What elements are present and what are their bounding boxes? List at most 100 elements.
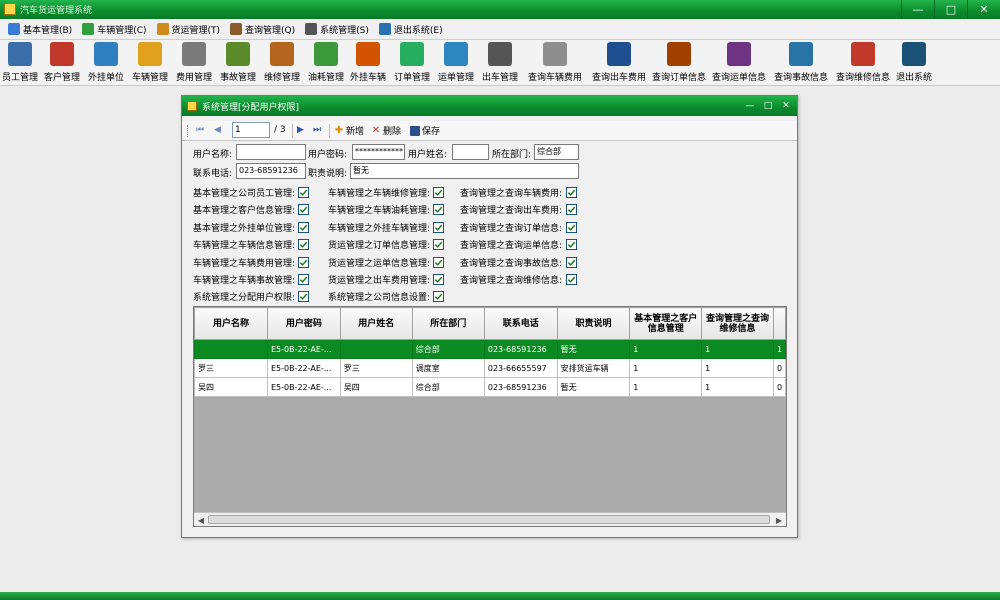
toolbar-button-13[interactable]: 查询出车费用 (592, 40, 646, 86)
menu-item-0[interactable]: 基本管理(B) (4, 20, 78, 38)
permission-checkbox[interactable] (433, 274, 444, 285)
prev-record-button[interactable]: ◀ (214, 125, 221, 137)
table-cell[interactable]: 综合部 (411, 339, 485, 359)
table-cell[interactable]: 1 (772, 339, 786, 359)
permission-checkbox[interactable] (566, 274, 577, 285)
permission-checkbox[interactable] (566, 187, 577, 198)
permission-checkbox[interactable] (298, 256, 309, 268)
save-button[interactable]: 保存 (410, 124, 440, 137)
table-cell[interactable]: E5-0B-22-AE-... (266, 377, 341, 397)
close-button[interactable]: ✕ (967, 0, 1000, 19)
column-header[interactable]: 联系电话 (483, 307, 558, 340)
permission-checkbox[interactable] (298, 291, 309, 303)
column-header[interactable]: 用户密码 (266, 307, 341, 340)
scroll-right-icon[interactable]: ▶ (774, 515, 784, 525)
toolbar-button-4[interactable]: 费用管理 (176, 40, 212, 86)
permission-checkbox[interactable] (298, 239, 309, 251)
toolbar-button-0[interactable]: 员工管理 (2, 40, 38, 86)
table-cell[interactable]: 吴四 (339, 377, 413, 397)
table-cell[interactable]: 暂无 (556, 339, 631, 359)
table-cell[interactable]: 023-68591236 (483, 339, 558, 359)
permission-checkbox[interactable] (433, 239, 444, 251)
toolbar-button-1[interactable]: 客户管理 (44, 40, 80, 86)
menu-item-4[interactable]: 系统管理(S) (301, 20, 375, 38)
permission-checkbox[interactable] (566, 256, 577, 268)
toolbar-button-2[interactable]: 外挂单位 (88, 40, 124, 86)
menu-item-2[interactable]: 货运管理(T) (153, 20, 227, 38)
table-cell[interactable]: 安排货运车辆 (556, 358, 631, 378)
toolbar-button-11[interactable]: 出车管理 (482, 40, 518, 86)
column-header[interactable]: 用户名称 (194, 307, 268, 340)
table-cell[interactable]: 023-68591236 (483, 377, 558, 397)
menu-item-1[interactable]: 车辆管理(C) (78, 20, 152, 38)
add-button[interactable]: ✚ 新增 (334, 124, 364, 137)
table-cell[interactable]: 罗三 (339, 358, 413, 378)
table-cell[interactable] (194, 339, 268, 359)
menu-item-3[interactable]: 查询管理(Q) (226, 20, 301, 38)
permission-checkbox[interactable] (298, 274, 309, 285)
toolbar-button-12[interactable]: 查询车辆费用 (528, 40, 582, 86)
table-row[interactable]: E5-0B-22-AE-... 综合部 023-68591236 暂无 1 1 1 (194, 339, 786, 359)
username-field[interactable] (236, 144, 306, 160)
maximize-button[interactable]: □ (934, 0, 967, 19)
toolbar-button-10[interactable]: 运单管理 (438, 40, 474, 86)
permission-checkbox[interactable] (298, 204, 309, 216)
toolbar-button-5[interactable]: 事故管理 (220, 40, 256, 86)
table-cell[interactable] (339, 339, 413, 359)
scroll-thumb[interactable] (208, 515, 770, 524)
permission-checkbox[interactable] (433, 256, 444, 268)
column-header[interactable]: 所在部门 (411, 307, 485, 340)
table-cell[interactable]: 1 (701, 358, 774, 378)
table-cell[interactable]: 综合部 (411, 377, 485, 397)
permission-checkbox[interactable] (433, 221, 444, 233)
delete-button[interactable]: ✕ 删除 (371, 124, 401, 137)
table-cell[interactable]: 1 (629, 358, 703, 378)
table-cell[interactable]: 0 (772, 358, 786, 378)
toolbar-button-3[interactable]: 车辆管理 (132, 40, 168, 86)
column-header[interactable]: 用户姓名 (339, 307, 413, 340)
table-cell[interactable]: 1 (701, 339, 774, 359)
record-position-input[interactable]: 1 (232, 122, 270, 138)
dialog-title-bar[interactable]: 系统管理[分配用户权限] — □ ✕ (182, 96, 797, 116)
last-record-button[interactable]: ⏭ (313, 125, 321, 137)
permission-checkbox[interactable] (566, 204, 577, 216)
toolbar-button-8[interactable]: 外挂车辆 (350, 40, 386, 86)
table-cell[interactable]: 暂无 (556, 377, 631, 397)
permission-checkbox[interactable] (433, 291, 444, 303)
column-header[interactable]: 职责说明 (556, 307, 631, 340)
table-row[interactable]: 罗三 E5-0B-22-AE-... 罗三 调度室 023-66655597 安排货运车辆… (194, 358, 786, 378)
first-record-button[interactable]: ⏮ (196, 125, 204, 137)
dialog-maximize-button[interactable]: □ (759, 99, 777, 113)
toolbar-grip[interactable] (187, 125, 190, 137)
dialog-close-button[interactable]: ✕ (777, 99, 795, 113)
toolbar-button-9[interactable]: 订单管理 (394, 40, 430, 86)
horizontal-scrollbar[interactable]: ◀ ▶ (194, 512, 786, 526)
next-record-button[interactable]: ▶ (297, 125, 304, 137)
table-cell[interactable]: 023-66655597 (483, 358, 558, 378)
permission-checkbox[interactable] (566, 221, 577, 233)
table-row[interactable]: 吴四 E5-0B-22-AE-... 吴四 综合部 023-68591236 暂无 1 1 0 (194, 377, 786, 397)
toolbar-button-16[interactable]: 查询事故信息 (774, 40, 828, 86)
toolbar-button-17[interactable]: 查询维修信息 (836, 40, 890, 86)
column-header[interactable]: 查询管理之查询维修信息 (701, 307, 774, 340)
table-cell[interactable]: 吴四 (194, 377, 268, 397)
table-cell[interactable]: 1 (629, 377, 703, 397)
column-header[interactable]: 基本管理之客户信息管理 (629, 307, 703, 340)
phone-field[interactable]: 023-68591236 (236, 163, 306, 179)
dialog-minimize-button[interactable]: — (741, 99, 759, 113)
duty-field[interactable]: 暂无 (350, 163, 579, 179)
table-cell[interactable]: 0 (772, 377, 786, 397)
table-cell[interactable]: 调度室 (411, 358, 485, 378)
minimize-button[interactable]: — (901, 0, 934, 19)
department-field[interactable]: 综合部 (534, 144, 579, 160)
scroll-left-icon[interactable]: ◀ (196, 515, 206, 525)
toolbar-button-6[interactable]: 维修管理 (264, 40, 300, 86)
toolbar-button-14[interactable]: 查询订单信息 (652, 40, 706, 86)
table-cell[interactable]: 1 (629, 339, 703, 359)
table-cell[interactable]: 罗三 (194, 358, 268, 378)
menu-item-5[interactable]: 退出系统(E) (375, 20, 449, 38)
permission-checkbox[interactable] (298, 221, 309, 233)
realname-field[interactable] (452, 144, 489, 160)
toolbar-button-15[interactable]: 查询运单信息 (712, 40, 766, 86)
password-field[interactable]: ************ (352, 144, 405, 160)
